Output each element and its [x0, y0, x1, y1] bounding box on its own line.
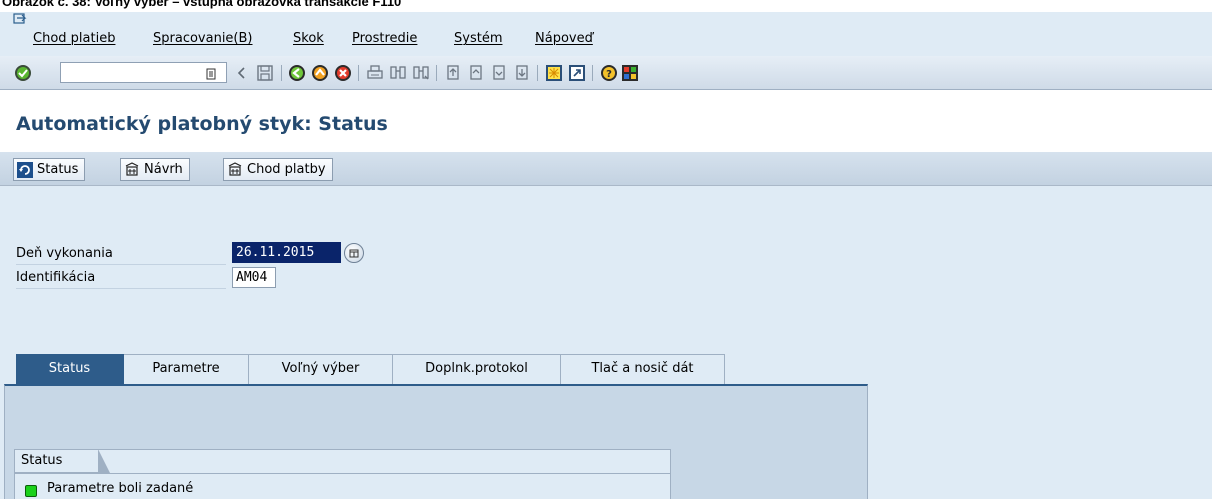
tab-strip: Status Parametre Voľný výber Doplnk.prot… — [0, 354, 870, 384]
menu-skok[interactable]: Skok — [293, 31, 324, 46]
standard-toolbar: ? — [0, 56, 1212, 90]
run-date-label: Deň vykonania — [16, 244, 226, 265]
green-status-led-icon — [25, 485, 37, 497]
command-field[interactable] — [60, 62, 227, 83]
find-icon[interactable] — [389, 64, 407, 82]
enter-icon[interactable] — [14, 64, 32, 82]
menu-spracovanie[interactable]: Spracovanie(B) — [153, 31, 253, 46]
toolbar-separator — [436, 65, 437, 81]
help-icon[interactable]: ? — [600, 64, 618, 82]
previous-page-icon[interactable] — [467, 64, 485, 82]
command-input[interactable] — [61, 63, 201, 82]
caption-text: Obrázok č. 38: Voľný výber – vstupná obr… — [2, 0, 402, 9]
navrh-button[interactable]: Návrh — [120, 158, 190, 181]
back-arrow-icon[interactable] — [233, 64, 251, 82]
exit-icon[interactable] — [311, 64, 329, 82]
toolbar-separator — [358, 65, 359, 81]
chod-platby-button[interactable]: Chod platby — [223, 158, 333, 181]
figure-caption: Obrázok č. 38: Voľný výber – vstupná obr… — [0, 0, 1212, 12]
identification-field[interactable]: AM04 — [232, 267, 276, 288]
status-button-label: Status — [37, 162, 79, 177]
menu-bar: Chod platieb Spracovanie(B) Skok Prostre… — [0, 26, 1212, 56]
save-icon[interactable] — [256, 64, 274, 82]
chod-platby-button-label: Chod platby — [247, 162, 326, 177]
run-date-field[interactable]: 26.11.2015 — [232, 242, 341, 263]
tab-volny-vyber[interactable]: Voľný výber — [249, 354, 393, 384]
status-button[interactable]: Status — [13, 158, 86, 181]
sap-window: Chod platieb Spracovanie(B) Skok Prostre… — [0, 12, 1212, 499]
print-icon[interactable] — [366, 64, 384, 82]
layout-icon[interactable] — [621, 64, 639, 82]
title-area: Automatický platobný styk: Status — [0, 90, 1212, 152]
schedule-icon — [228, 161, 242, 176]
back-icon[interactable] — [288, 64, 306, 82]
toolbar-separator — [281, 65, 282, 81]
find-next-icon[interactable] — [412, 64, 430, 82]
groupbox-title: Status — [14, 449, 110, 473]
refresh-icon — [17, 161, 33, 178]
tab-doplnk-protokol[interactable]: Doplnk.protokol — [393, 354, 561, 384]
status-groupbox: Status Parametre boli zadané — [14, 449, 671, 499]
tab-parametre[interactable]: Parametre — [124, 354, 249, 384]
status-message: Parametre boli zadané — [47, 481, 194, 496]
command-dropdown-icon[interactable] — [205, 68, 217, 80]
menu-napoved[interactable]: Nápoveď — [535, 31, 593, 46]
new-session-icon[interactable] — [545, 64, 563, 82]
menu-system[interactable]: Systém — [454, 31, 502, 46]
menu-prostredie[interactable]: Prostredie — [352, 31, 417, 46]
toolbar-separator — [537, 65, 538, 81]
system-menu-icon[interactable] — [13, 13, 27, 25]
menu-chod-platieb[interactable]: Chod platieb — [33, 31, 115, 46]
groupbox-divider — [15, 473, 670, 474]
navrh-button-label: Návrh — [144, 162, 183, 177]
last-page-icon[interactable] — [513, 64, 531, 82]
toolbar-separator — [592, 65, 593, 81]
first-page-icon[interactable] — [444, 64, 462, 82]
svg-text:?: ? — [606, 69, 612, 80]
identification-label: Identifikácia — [16, 268, 226, 289]
tab-status[interactable]: Status — [16, 354, 124, 384]
page-title: Automatický platobný styk: Status — [16, 113, 388, 135]
cancel-icon[interactable] — [334, 64, 352, 82]
calendar-help-icon[interactable] — [344, 243, 364, 263]
shortcut-icon[interactable] — [568, 64, 586, 82]
next-page-icon[interactable] — [490, 64, 508, 82]
application-toolbar: Status Návrh Chod platby — [0, 152, 1212, 186]
schedule-icon — [125, 161, 139, 176]
tab-tlac-a-nosic-dat[interactable]: Tlač a nosič dát — [561, 354, 725, 384]
